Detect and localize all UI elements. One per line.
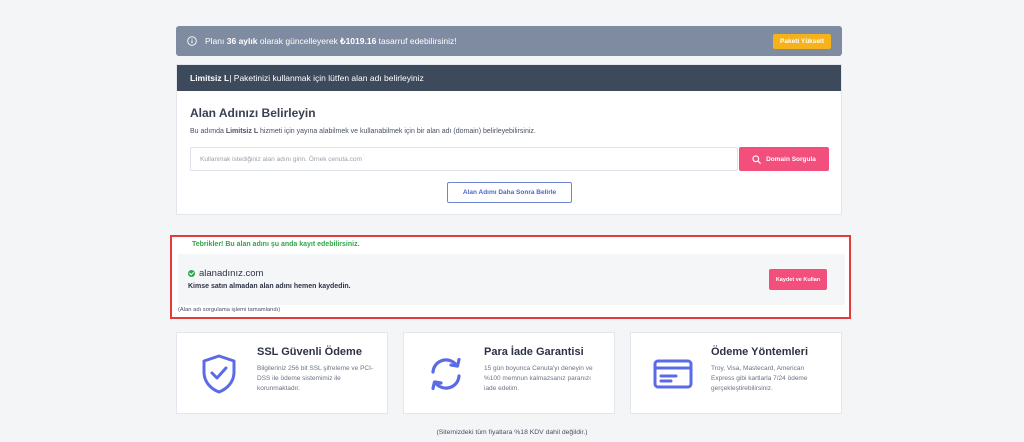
promo-banner: Planı 36 aylık olarak güncelleyerek ₺101… — [176, 26, 842, 56]
availability-message: Tebrikler! Bu alan adını şu anda kayıt e… — [192, 241, 360, 248]
desc-pre: Bu adımda — [190, 128, 226, 135]
decide-later-button[interactable]: Alan Adımı Daha Sonra Belirle — [447, 182, 572, 203]
desc-post: hizmeti için yayına alabilmek ve kullana… — [258, 128, 536, 135]
refresh-arrows-icon — [431, 357, 461, 391]
result-body: alanadınız.com Kimse satın almadan alan … — [178, 254, 845, 305]
promo-text-post: tasarruf edebilirsiniz! — [376, 35, 457, 46]
domain-search-label: Domain Sorgula — [766, 155, 816, 163]
promo-text-mid: olarak güncelleyerek — [257, 35, 341, 46]
feature-text: Bilgileriniz 256 bit SSL şifreleme ve PC… — [257, 365, 374, 392]
feature-title: Ödeme Yöntemleri — [711, 346, 808, 358]
domain-name: alanadınız.com — [199, 268, 264, 279]
desc-plan: Limitsiz L — [225, 128, 259, 135]
shield-check-icon — [202, 354, 236, 394]
domain-card-header: Limitsiz L | Paketinizi kullanmak için l… — [177, 65, 841, 91]
available-domain: alanadınız.com — [188, 268, 263, 279]
promo-text: Planı 36 aylık olarak güncelleyerek ₺101… — [205, 36, 457, 47]
promo-duration: 36 aylık — [226, 35, 258, 46]
feature-title: SSL Güvenli Ödeme — [257, 346, 362, 358]
upgrade-package-button[interactable]: Paketi Yükselt — [773, 33, 831, 49]
card-description: Bu adımda Limitsiz L hizmeti için yayına… — [190, 128, 536, 135]
vat-footnote: (Sitemizdeki tüm fiyatlara %18 KDV dahil… — [436, 429, 588, 436]
check-circle-icon — [188, 270, 195, 277]
promo-text-pre: Planı — [205, 35, 227, 46]
plan-name: Limitsiz L — [190, 73, 230, 83]
feature-title: Para İade Garantisi — [484, 346, 584, 358]
domain-search-input[interactable]: Kullanmak istediğiniz alan adını girin. … — [190, 147, 738, 171]
query-status: (Alan adı sorgulama işlemi tamamlandı) — [178, 307, 281, 313]
header-instruction: | Paketinizi kullanmak için lütfen alan … — [229, 73, 424, 83]
feature-card-payment: Ödeme Yöntemleri Troy, Visa, Mastecard, … — [630, 332, 842, 414]
feature-text: 15 gün boyunca Cenuta'yı deneyin ve %100… — [484, 365, 593, 392]
page-title: Alan Adınızı Belirleyin — [190, 106, 316, 120]
feature-card-refund: Para İade Garantisi 15 gün boyunca Cenut… — [403, 332, 615, 414]
register-hint: Kimse satın almadan alan adını hemen kay… — [188, 283, 351, 290]
register-and-use-button[interactable]: Kaydet ve Kullan — [769, 269, 827, 290]
result-tab: Tebrikler! Bu alan adını şu anda kayıt e… — [178, 237, 400, 254]
feature-text: Troy, Visa, Mastecard, American Express … — [711, 365, 808, 392]
search-icon — [752, 154, 761, 164]
domain-card: Limitsiz L | Paketinizi kullanmak için l… — [176, 64, 842, 215]
domain-search-button[interactable]: Domain Sorgula — [739, 147, 829, 171]
domain-result-panel: Tebrikler! Bu alan adını şu anda kayıt e… — [170, 235, 851, 319]
credit-card-icon — [653, 359, 693, 389]
feature-card-ssl: SSL Güvenli Ödeme Bilgileriniz 256 bit S… — [176, 332, 388, 414]
domain-input-placeholder: Kullanmak istediğiniz alan adını girin. … — [200, 155, 362, 163]
info-circle-icon — [187, 36, 197, 46]
promo-savings: ₺1019.16 — [340, 35, 377, 46]
